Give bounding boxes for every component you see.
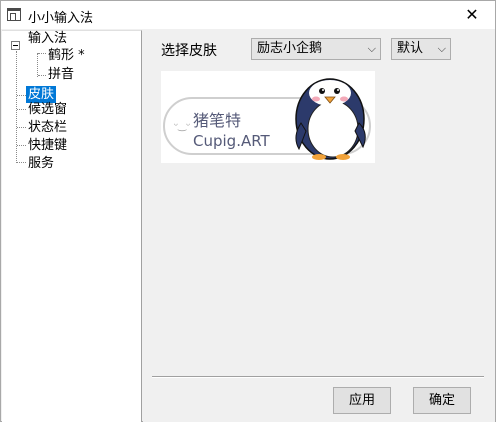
- tree-item-candidate-window[interactable]: 候选窗: [26, 101, 69, 118]
- tree-guide-line: [38, 53, 46, 54]
- preview-line-2: Cupig.ART: [193, 132, 270, 150]
- tree-guide-line: [37, 53, 38, 77]
- skin-select[interactable]: 励志小企鹅 ⌵: [251, 38, 381, 60]
- tree-guide-line: [17, 109, 26, 110]
- tree-item-input-method[interactable]: 输入法: [26, 30, 69, 47]
- skin-preview: ᵕ‿ᵕ 猪笔特 Cupig.ART: [161, 71, 375, 163]
- tree-guide-line: [17, 162, 26, 163]
- tree-guide-line: [38, 75, 46, 76]
- app-window-icon: [7, 8, 21, 21]
- skin-variant-select[interactable]: 默认 ⌵: [391, 38, 451, 60]
- tree-item-service[interactable]: 服务: [26, 155, 56, 172]
- close-button[interactable]: ✕: [449, 1, 495, 29]
- settings-tree: 输入法 鹤形 * 拼音 皮肤 候选窗 状态栏 快捷键 服务: [2, 30, 142, 422]
- apply-button[interactable]: 应用: [333, 387, 391, 414]
- skin-panel: 选择皮肤 励志小企鹅 ⌵ 默认 ⌵ ᵕ‿ᵕ 猪笔特 Cupig.ART 应用 确…: [143, 30, 495, 422]
- chevron-down-icon: ⌵: [367, 42, 376, 55]
- window-title: 小小输入法: [28, 11, 94, 26]
- ok-button[interactable]: 确定: [413, 387, 471, 414]
- title-bar[interactable]: 小小输入法 ✕: [1, 1, 495, 29]
- tree-guide-line: [17, 127, 26, 128]
- chevron-down-icon: ⌵: [437, 42, 446, 55]
- tree-guide-line: [16, 51, 17, 163]
- select-skin-label: 选择皮肤: [161, 43, 217, 59]
- settings-window: 小小输入法 ✕ 输入法 鹤形 * 拼音 皮肤 候选窗 状态栏 快捷键 服务 选择…: [0, 0, 496, 422]
- tree-item-shortcuts[interactable]: 快捷键: [26, 137, 69, 154]
- tree-item-hexing[interactable]: 鹤形 *: [46, 47, 87, 64]
- skin-select-value: 励志小企鹅: [257, 41, 323, 56]
- tree-item-pinyin[interactable]: 拼音: [46, 66, 76, 83]
- tree-item-status-bar[interactable]: 状态栏: [26, 119, 69, 136]
- preview-line-1: 猪笔特: [193, 111, 242, 130]
- penguin-mascot-icon: [295, 78, 366, 160]
- skin-variant-value: 默认: [397, 41, 424, 56]
- tree-guide-line: [17, 95, 26, 96]
- smiley-icon: ᵕ‿ᵕ: [174, 121, 191, 132]
- button-row-divider: [152, 376, 484, 378]
- tree-guide-line: [17, 145, 26, 146]
- collapse-icon[interactable]: [11, 41, 20, 50]
